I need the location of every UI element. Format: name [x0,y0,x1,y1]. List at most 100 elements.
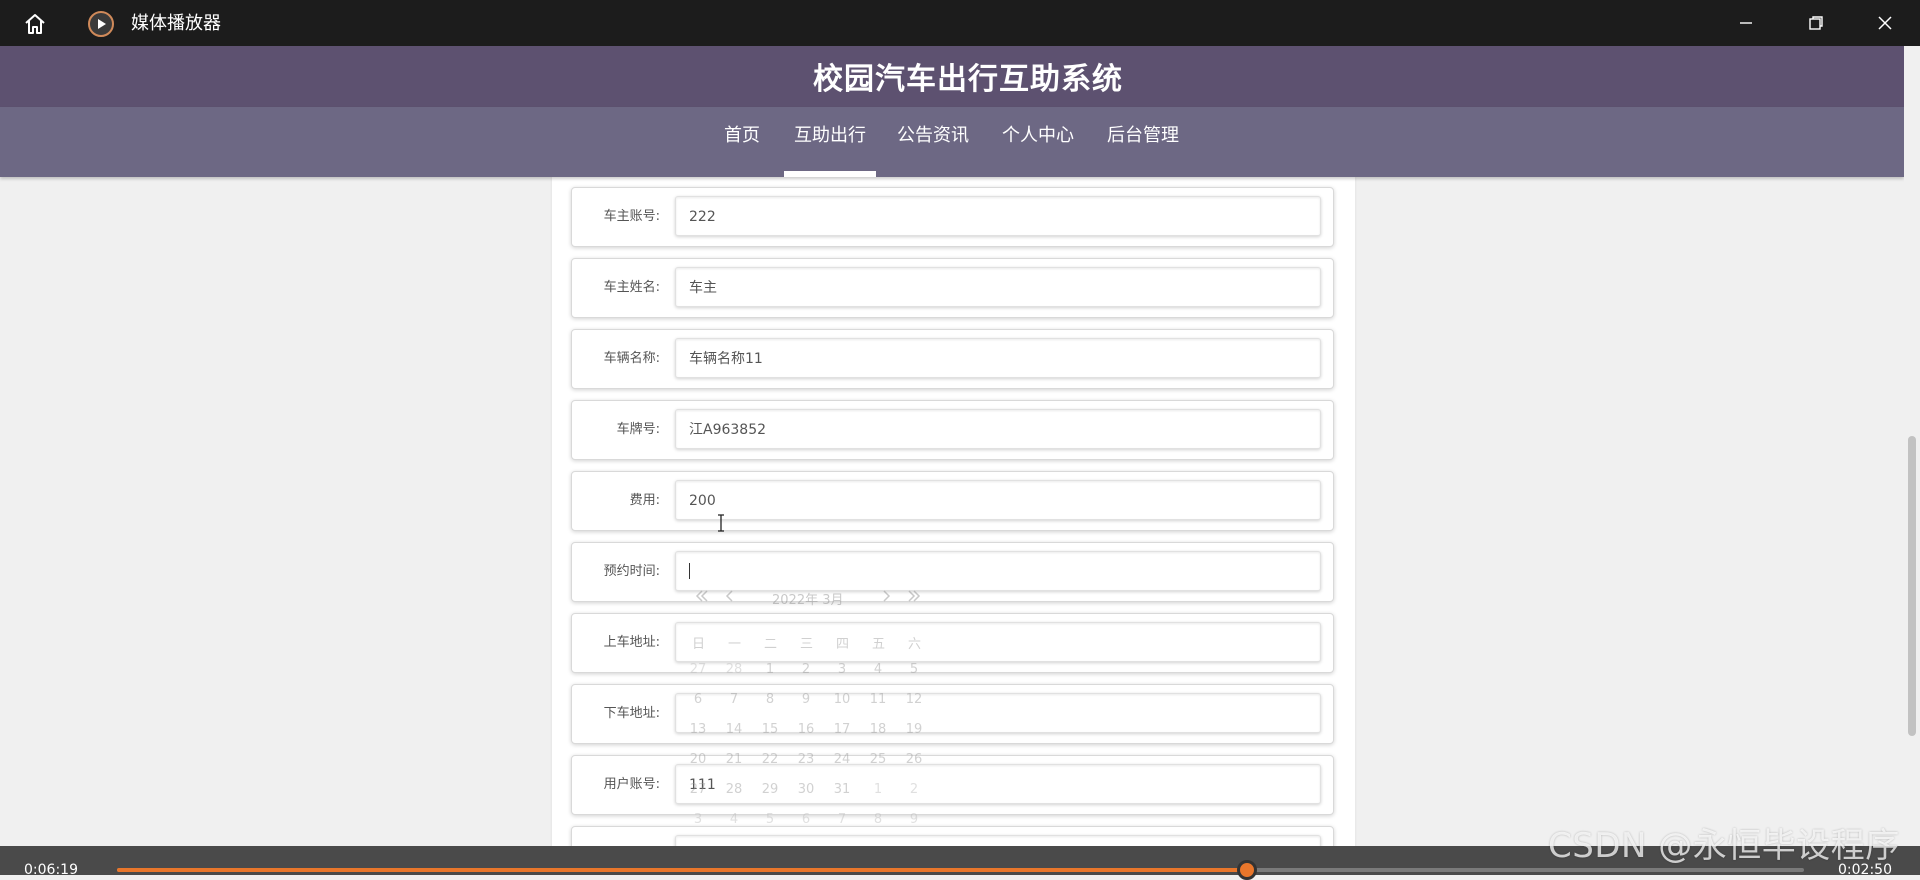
fee-value: 200 [689,493,716,509]
fee-label: 费用: [629,493,660,508]
seek-bar-fill [117,868,1247,872]
form-row-vehicle-name: 车辆名称: 车辆名称11 [571,329,1334,389]
vehicle-name-input[interactable]: 车辆名称11 [675,338,1321,378]
form-row-owner-name: 车主姓名: 车主 [571,258,1334,318]
elapsed-time: 0:06:19 [24,862,78,878]
calendar-day[interactable]: 2 [902,782,926,797]
text-caret [689,563,690,579]
calendar-day[interactable]: 8 [866,812,890,827]
weekday-header: 三 [800,637,814,652]
calendar-day[interactable]: 9 [794,692,818,707]
play-circle-icon [88,11,114,37]
player-title: 媒体播放器 [131,13,221,34]
pickup-address-label: 上车地址: [603,635,660,650]
double-chevron-right-icon[interactable] [906,588,922,608]
calendar-day[interactable]: 5 [758,812,782,827]
weekday-header: 二 [764,637,778,652]
calendar-day[interactable]: 4 [722,812,746,827]
calendar-day[interactable]: 7 [830,812,854,827]
site-header: 校园汽车出行互助系统 [0,46,1904,107]
calendar-day[interactable]: 15 [758,722,782,737]
calendar-day[interactable]: 13 [686,722,710,737]
calendar-day[interactable]: 21 [722,752,746,767]
calendar-day[interactable]: 24 [830,752,854,767]
form-row-fee: 费用: 200 [571,471,1334,531]
calendar-day[interactable]: 7 [722,692,746,707]
minimize-icon[interactable] [1711,0,1781,46]
fee-input[interactable]: 200 [675,480,1321,520]
calendar-day[interactable]: 26 [902,752,926,767]
owner-account-input[interactable]: 222 [675,196,1321,236]
web-viewport: 车主账号: 222 车主姓名: 车主 车辆名称: 车辆名称11 车牌号: 江A963852 费用… [0,46,1920,846]
owner-account-label: 车主账号: [603,209,660,224]
appointment-time-label: 预约时间: [603,564,660,579]
owner-name-input[interactable]: 车主 [675,267,1321,307]
calendar-day[interactable]: 16 [794,722,818,737]
weekday-header: 六 [908,637,922,652]
site-title: 校园汽车出行互助系统 [813,61,1123,97]
calendar-day[interactable]: 2 [794,662,818,677]
home-icon[interactable] [22,11,48,37]
form-row-plate-number: 车牌号: 江A963852 [571,400,1334,460]
chevron-left-icon[interactable] [724,588,736,608]
calendar-day[interactable]: 8 [758,692,782,707]
seek-bar[interactable] [117,868,1804,872]
calendar-day[interactable]: 22 [758,752,782,767]
calendar-day[interactable]: 28 [722,782,746,797]
calendar-day[interactable]: 3 [686,812,710,827]
calendar-day[interactable]: 29 [758,782,782,797]
close-icon[interactable] [1850,0,1920,46]
site-nav: 首页 互助出行 公告资讯 个人中心 后台管理 [0,107,1904,177]
date-picker-month[interactable]: 2022年 3月 [772,589,844,608]
weekday-header: 日 [692,637,706,652]
calendar-day[interactable]: 27 [686,782,710,797]
nav-mutual-travel[interactable]: 互助出行 [784,107,876,177]
weekday-header: 一 [728,637,742,652]
weekday-header: 五 [872,637,886,652]
calendar-day[interactable]: 25 [866,752,890,767]
calendar-day[interactable]: 12 [902,692,926,707]
nav-personal-center[interactable]: 个人中心 [994,107,1082,177]
watermark: CSDN @永恒毕设程序 [1548,826,1900,866]
calendar-day[interactable]: 30 [794,782,818,797]
calendar-day[interactable]: 20 [686,752,710,767]
date-picker[interactable]: 2022年 3月 日一二三四五六 27 28 1 2 3 4 5 6 7 8 9 10 11 12 13 14 1… [676,579,948,875]
seek-knob[interactable] [1237,860,1257,880]
owner-name-value: 车主 [689,280,717,296]
calendar-day[interactable]: 9 [902,812,926,827]
calendar-day[interactable]: 1 [866,782,890,797]
ibeam-cursor-icon [716,514,726,532]
calendar-day[interactable]: 31 [830,782,854,797]
calendar-day[interactable]: 3 [830,662,854,677]
chevron-right-icon[interactable] [880,588,892,608]
calendar-day[interactable]: 28 [722,662,746,677]
calendar-day[interactable]: 17 [830,722,854,737]
player-title-bar: 媒体播放器 [0,0,1920,46]
calendar-day[interactable]: 6 [686,692,710,707]
calendar-day[interactable]: 11 [866,692,890,707]
form-row-owner-account: 车主账号: 222 [571,187,1334,247]
owner-account-value: 222 [689,209,716,225]
restore-icon[interactable] [1781,0,1851,46]
nav-admin[interactable]: 后台管理 [1098,107,1188,177]
owner-name-label: 车主姓名: [603,280,660,295]
calendar-day[interactable]: 1 [758,662,782,677]
calendar-day[interactable]: 18 [866,722,890,737]
calendar-day[interactable]: 23 [794,752,818,767]
nav-announcements[interactable]: 公告资讯 [888,107,978,177]
plate-number-value: 江A963852 [689,422,767,438]
double-chevron-left-icon[interactable] [694,588,710,608]
plate-number-label: 车牌号: [616,422,660,437]
calendar-day[interactable]: 14 [722,722,746,737]
nav-home[interactable]: 首页 [716,107,768,177]
calendar-day[interactable]: 6 [794,812,818,827]
dropoff-address-label: 下车地址: [603,706,660,721]
page-scrollbar-thumb[interactable] [1908,436,1916,736]
calendar-day[interactable]: 27 [686,662,710,677]
calendar-day[interactable]: 19 [902,722,926,737]
plate-number-input[interactable]: 江A963852 [675,409,1321,449]
calendar-day[interactable]: 4 [866,662,890,677]
calendar-day[interactable]: 5 [902,662,926,677]
date-picker-header: 2022年 3月 [676,579,948,617]
calendar-day[interactable]: 10 [830,692,854,707]
